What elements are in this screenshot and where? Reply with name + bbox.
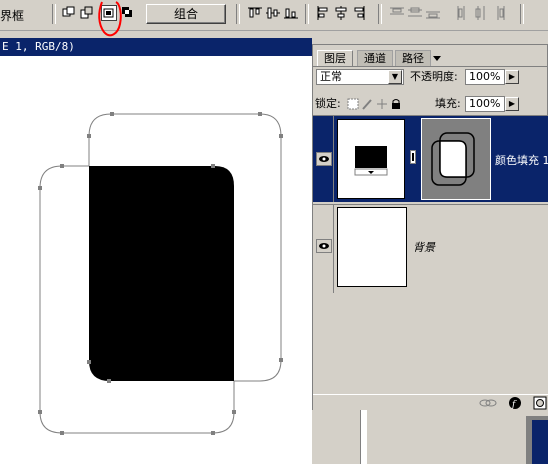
distribute-horizontal-center-icon[interactable] xyxy=(474,6,488,20)
toolbar-separator xyxy=(378,4,382,24)
background-thumbnail[interactable] xyxy=(337,207,407,287)
link-layers-icon[interactable] xyxy=(479,396,497,410)
layer-row-color-fill[interactable]: 颜色填充 1 xyxy=(313,116,548,202)
align-left-icon[interactable] xyxy=(316,6,330,20)
layer-style-icon[interactable]: f xyxy=(507,396,523,410)
intersection-fill-shape xyxy=(89,166,234,381)
workspace-frame xyxy=(360,410,367,464)
distribute-bottom-icon[interactable] xyxy=(426,6,440,20)
eye-icon[interactable] xyxy=(316,152,332,166)
layer-name[interactable]: 背景 xyxy=(413,239,435,255)
other-window-title xyxy=(532,420,548,464)
distribute-top-icon[interactable] xyxy=(390,6,404,20)
fill-adjustment-thumbnail[interactable] xyxy=(337,119,405,199)
toolbar-separator xyxy=(236,4,240,24)
link-chain-icon[interactable] xyxy=(410,150,416,164)
add-to-shape-icon[interactable] xyxy=(62,6,76,20)
bounding-box-label: 界框 xyxy=(0,9,25,23)
toolbar-separator xyxy=(520,4,524,24)
opacity-value: 100% xyxy=(469,70,501,83)
document-title-bar[interactable]: E 1, RGB/8) xyxy=(0,38,312,56)
palette-menu-arrow-icon[interactable] xyxy=(431,50,443,66)
tab-channels[interactable]: 通道 xyxy=(357,50,393,67)
visibility-cell[interactable] xyxy=(313,116,334,202)
layers-list: 颜色填充 1 背景 xyxy=(313,116,548,394)
lock-options xyxy=(347,97,407,111)
align-top-icon[interactable] xyxy=(248,6,262,20)
distribute-left-icon[interactable] xyxy=(456,6,470,20)
toolbar-separator xyxy=(52,4,56,24)
fill-value: 100% xyxy=(469,97,501,110)
opacity-slider-arrow-icon[interactable]: ▶ xyxy=(505,70,519,84)
palette-bottom-bar: f xyxy=(313,394,548,411)
combine-button[interactable]: 组合 xyxy=(146,4,226,24)
layer-name[interactable]: 颜色填充 1 xyxy=(495,152,548,168)
align-vertical-center-icon[interactable] xyxy=(266,6,280,20)
align-bottom-icon[interactable] xyxy=(284,6,298,20)
distribute-right-icon[interactable] xyxy=(492,6,506,20)
toolbar-separator xyxy=(305,4,309,24)
vector-mask-thumbnail[interactable] xyxy=(421,118,491,200)
palette-header-strip xyxy=(312,36,548,44)
opacity-label: 不透明度: xyxy=(410,70,458,83)
fill-input[interactable]: 100% xyxy=(465,96,505,112)
lower-workspace xyxy=(360,410,548,464)
tab-divider xyxy=(313,66,547,67)
fill-label: 填充: xyxy=(435,97,461,110)
distribute-vertical-center-icon[interactable] xyxy=(408,6,422,20)
blend-mode-value: 正常 xyxy=(320,70,342,83)
align-right-icon[interactable] xyxy=(352,6,366,20)
blend-mode-dropdown-icon[interactable]: ▼ xyxy=(388,70,402,84)
opacity-input[interactable]: 100% xyxy=(465,69,505,85)
options-toolbar: 界框 组合 xyxy=(0,0,548,37)
lock-label: 锁定: xyxy=(315,97,341,110)
add-mask-icon[interactable] xyxy=(533,396,547,410)
fill-slider-arrow-icon[interactable]: ▶ xyxy=(505,97,519,111)
tab-layers[interactable]: 图层 xyxy=(317,50,353,67)
layer-row-background[interactable]: 背景 xyxy=(313,204,548,293)
shape-paths-drawing[interactable] xyxy=(0,56,312,464)
document-canvas[interactable] xyxy=(0,56,312,464)
red-annotation-circle xyxy=(98,1,122,37)
align-horizontal-center-icon[interactable] xyxy=(334,6,348,20)
visibility-cell[interactable] xyxy=(313,205,334,293)
subtract-from-shape-icon[interactable] xyxy=(80,6,94,20)
eye-icon[interactable] xyxy=(316,239,332,253)
tab-paths[interactable]: 路径 xyxy=(395,50,431,67)
